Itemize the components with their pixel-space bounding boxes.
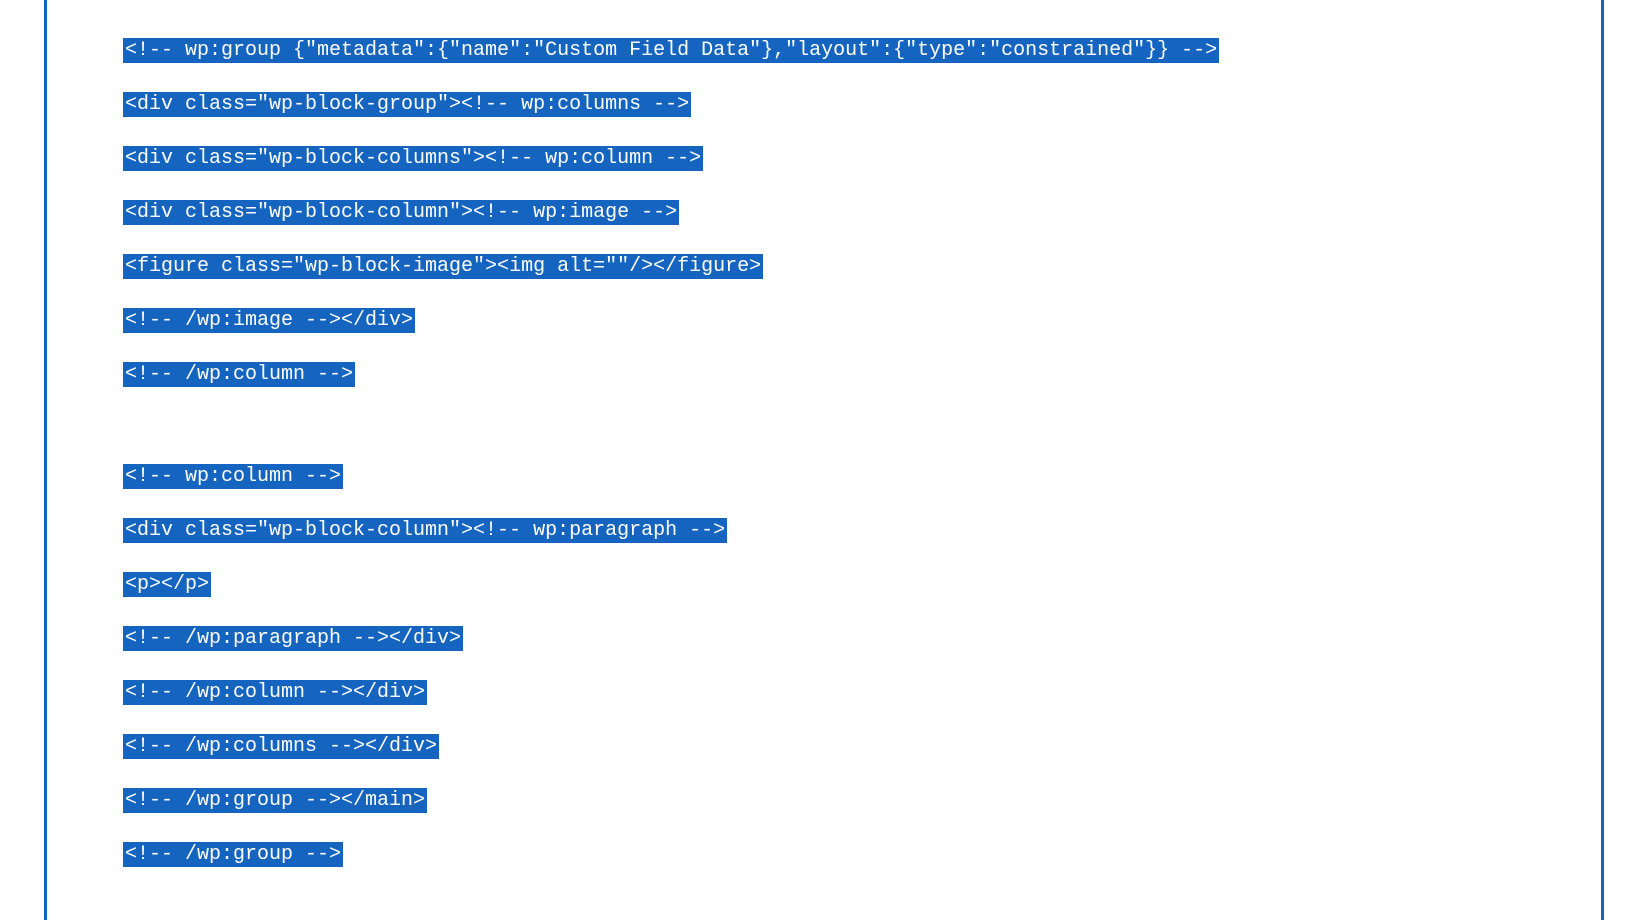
code-line: <!-- /wp:column --></div>	[123, 678, 1525, 708]
code-line: <!-- /wp:image --></div>	[123, 306, 1525, 336]
code-line: <div class="wp-block-columns"><!-- wp:co…	[123, 144, 1525, 174]
code-line: <p></p>	[123, 570, 1525, 600]
code-text[interactable]: <!-- wp:column -->	[123, 464, 343, 489]
code-text[interactable]: <p></p>	[123, 572, 211, 597]
code-line: <!-- /wp:paragraph --></div>	[123, 624, 1525, 654]
code-text[interactable]: <!-- /wp:image --></div>	[123, 308, 415, 333]
code-text[interactable]: <figure class="wp-block-image"><img alt=…	[123, 254, 763, 279]
code-line: <!-- /wp:column -->	[123, 360, 1525, 390]
code-line: <!-- /wp:group -->	[123, 840, 1525, 870]
code-line: <figure class="wp-block-image"><img alt=…	[123, 252, 1525, 282]
code-text[interactable]: <!-- /wp:group -->	[123, 842, 343, 867]
code-text[interactable]: <div class="wp-block-group"><!-- wp:colu…	[123, 92, 691, 117]
code-line: <!-- /wp:columns --></div>	[123, 732, 1525, 762]
code-line: <!-- wp:column -->	[123, 462, 1525, 492]
code-text[interactable]: <!-- wp:group {"metadata":{"name":"Custo…	[123, 38, 1219, 63]
code-line: <!-- wp:group {"metadata":{"name":"Custo…	[123, 36, 1525, 66]
code-text[interactable]: <!-- /wp:columns --></div>	[123, 734, 439, 759]
code-text[interactable]: <!-- /wp:column --></div>	[123, 680, 427, 705]
code-line: <div class="wp-block-column"><!-- wp:ima…	[123, 198, 1525, 228]
code-line: <div class="wp-block-group"><!-- wp:colu…	[123, 90, 1525, 120]
blank-line	[123, 414, 1525, 462]
code-text[interactable]: <!-- /wp:column -->	[123, 362, 355, 387]
code-line: <!-- /wp:group --></main>	[123, 786, 1525, 816]
code-text[interactable]: <!-- /wp:group --></main>	[123, 788, 427, 813]
code-line: <div class="wp-block-column"><!-- wp:par…	[123, 516, 1525, 546]
code-block-container: <!-- wp:group {"metadata":{"name":"Custo…	[44, 0, 1604, 920]
code-text[interactable]: <div class="wp-block-columns"><!-- wp:co…	[123, 146, 703, 171]
code-text[interactable]: <div class="wp-block-column"><!-- wp:par…	[123, 518, 727, 543]
code-text[interactable]: <!-- /wp:paragraph --></div>	[123, 626, 463, 651]
code-text[interactable]: <div class="wp-block-column"><!-- wp:ima…	[123, 200, 679, 225]
